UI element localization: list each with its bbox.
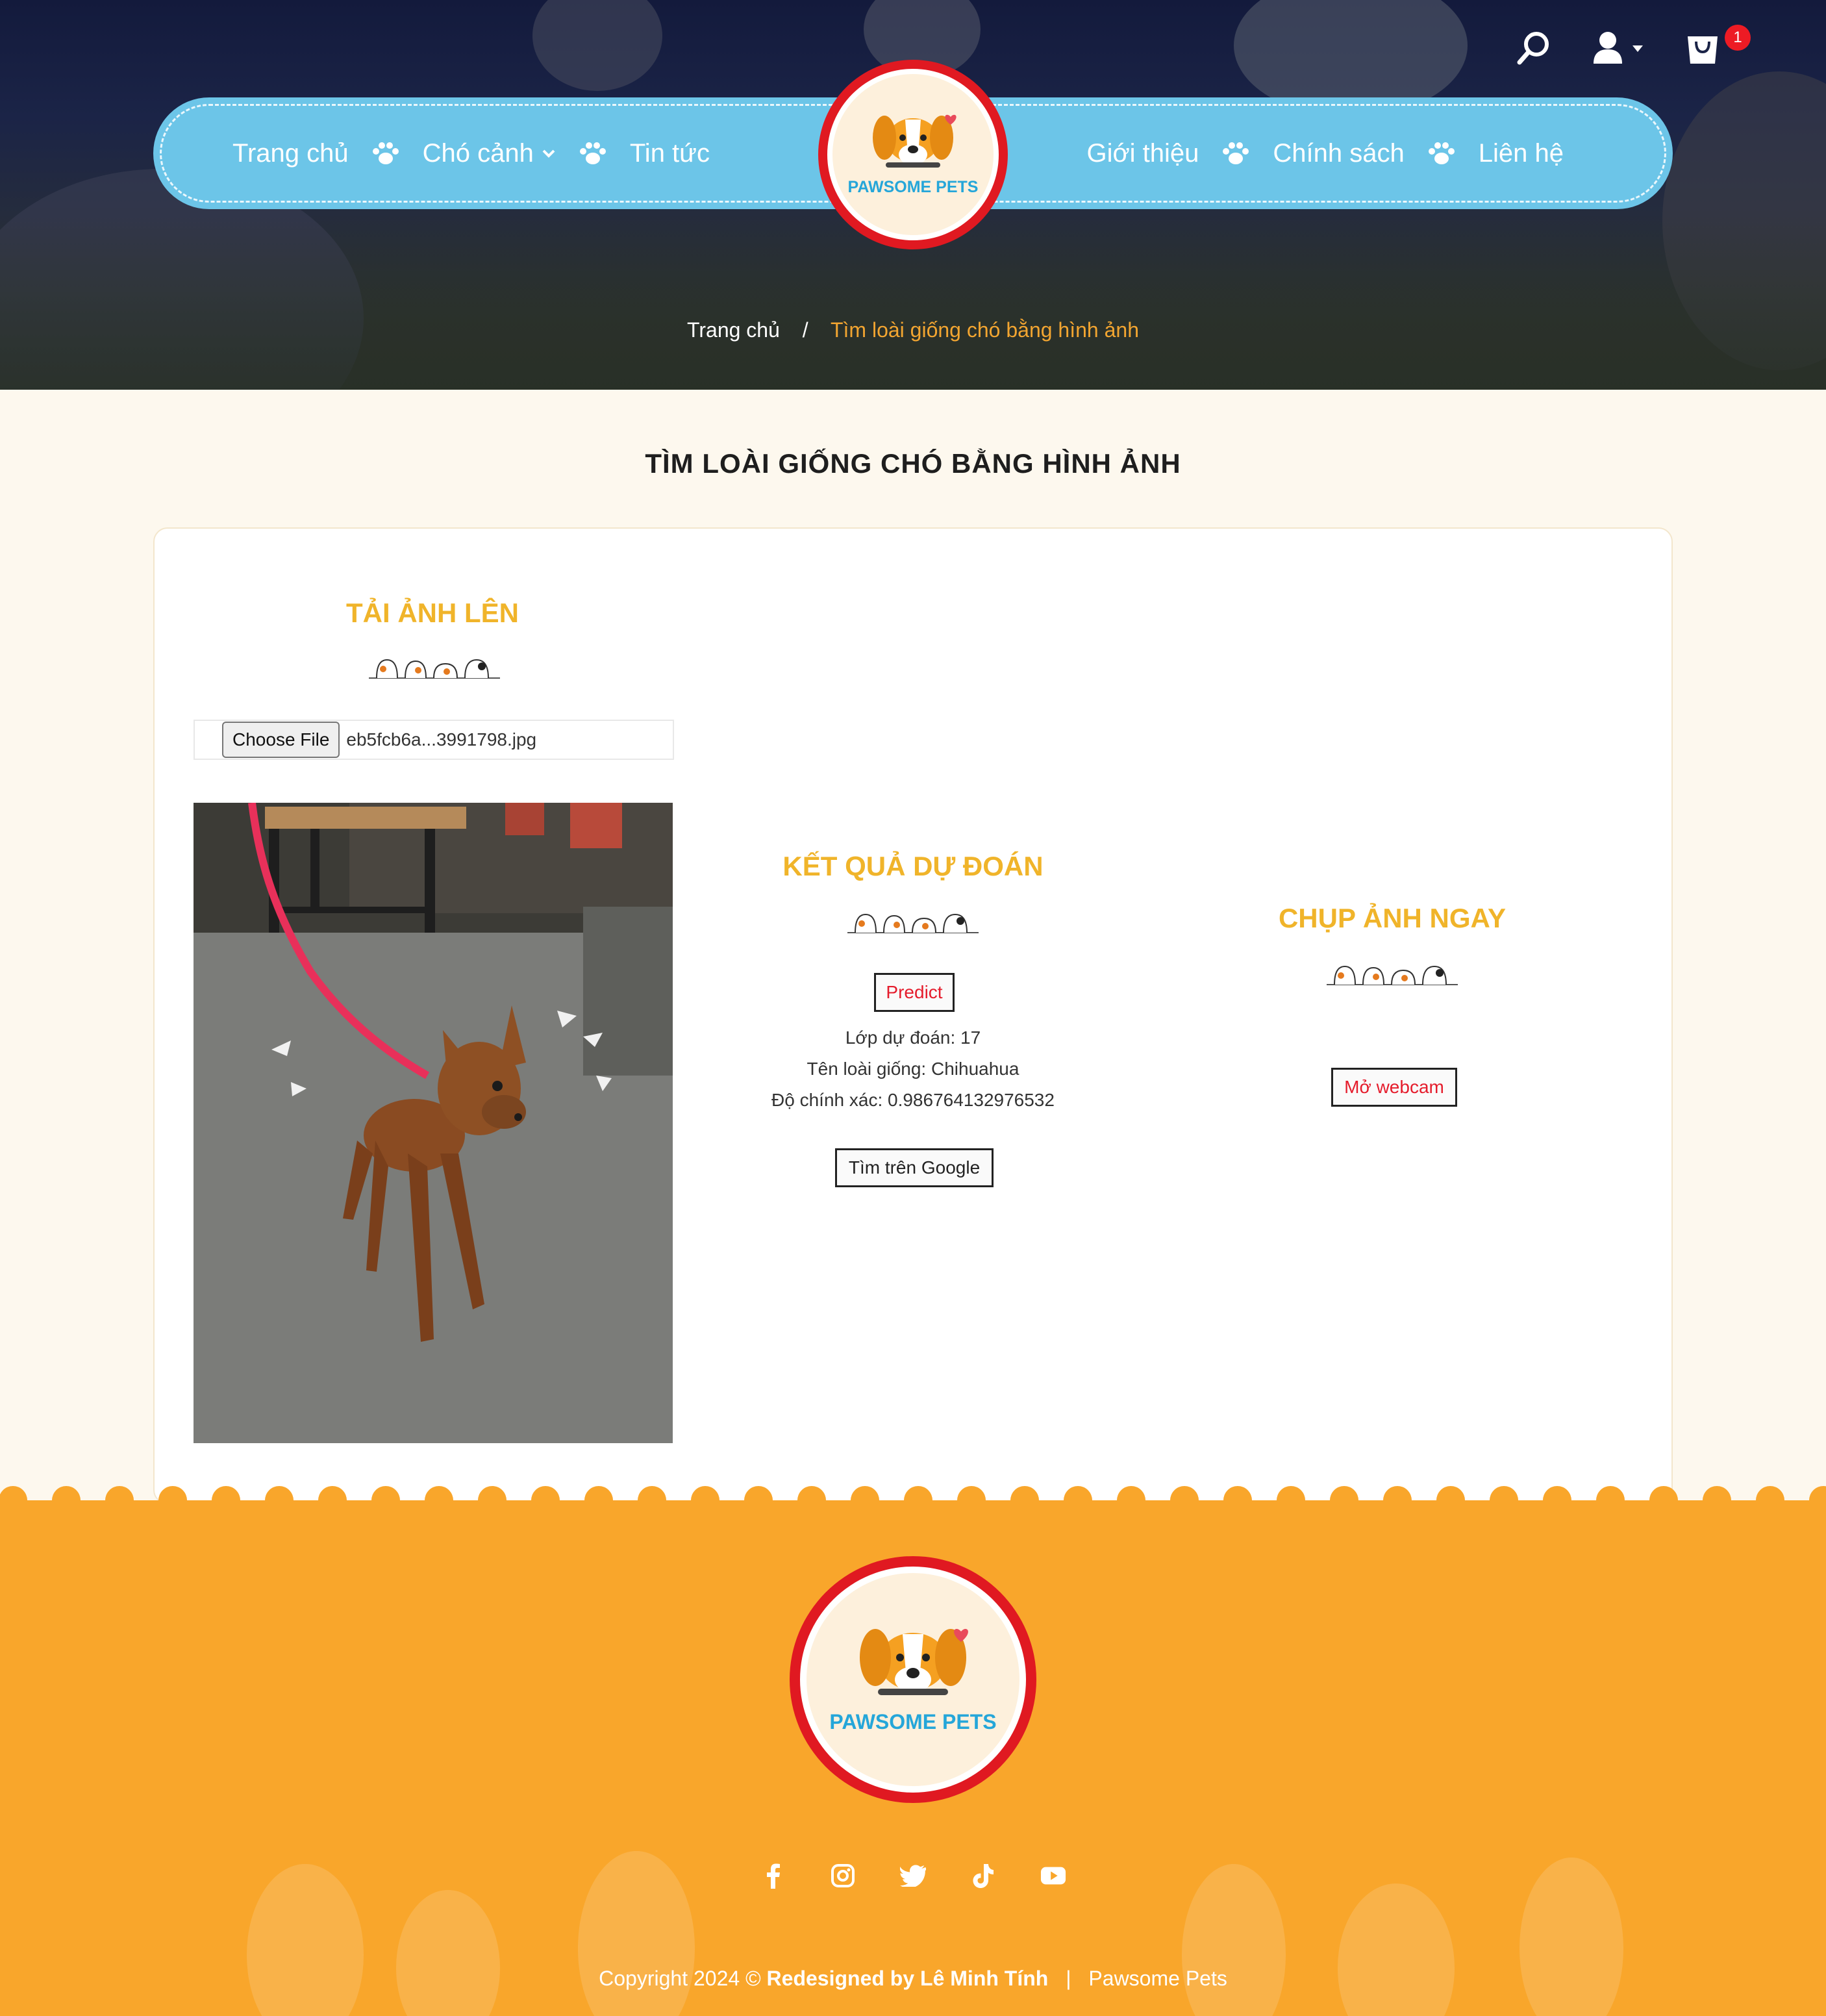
nav-item-about[interactable]: Giới thiệu xyxy=(1086,139,1199,168)
search-icon[interactable] xyxy=(1514,29,1553,68)
choose-file-button[interactable]: Choose File xyxy=(222,722,340,758)
nav-item-news[interactable]: Tin tức xyxy=(630,139,710,168)
file-upload-input[interactable]: Choose File eb5fcb6a...3991798.jpg xyxy=(194,720,674,760)
nav-item-home[interactable]: Trang chủ xyxy=(232,139,349,168)
cart-count-badge: 1 xyxy=(1725,25,1751,51)
social-links xyxy=(0,1863,1826,1889)
predict-button[interactable]: Predict xyxy=(874,973,955,1012)
youtube-icon[interactable] xyxy=(1040,1863,1066,1889)
page-title: TÌM LOÀI GIỐNG CHÓ BẰNG HÌNH ẢNH xyxy=(645,448,1181,479)
paw-icon xyxy=(372,141,399,166)
paw-icon xyxy=(1428,141,1455,166)
webcam-section-title: CHỤP ẢNH NGAY xyxy=(1278,903,1507,933)
chevron-down-icon xyxy=(542,149,556,158)
prediction-accuracy-text: Độ chính xác: 0.986764132976532 xyxy=(771,1090,1055,1110)
footer-logo[interactable]: PAWSOME PETS xyxy=(788,1555,1038,1804)
nav-item-dogs[interactable]: Chó cảnh xyxy=(423,139,556,168)
predicted-class-text: Lớp dự đoán: 17 xyxy=(845,1027,981,1048)
instagram-icon[interactable] xyxy=(830,1863,856,1889)
svg-text:PAWSOME PETS: PAWSOME PETS xyxy=(848,178,979,196)
selected-file-name: eb5fcb6a...3991798.jpg xyxy=(346,729,537,750)
breadcrumb-current: Tìm loài giống chó bằng hình ảnh xyxy=(830,318,1139,342)
uploaded-dog-photo xyxy=(194,803,673,1443)
cart-icon[interactable]: 1 xyxy=(1683,25,1751,68)
site-logo[interactable]: PAWSOME PETS xyxy=(816,57,1010,252)
user-account-icon[interactable] xyxy=(1591,29,1645,68)
copyright-brand: Pawsome Pets xyxy=(1088,1967,1227,1990)
footer-logo-wordmark: PAWSOME PETS xyxy=(829,1710,996,1733)
predicted-breed-text: Tên loài giống: Chihuahua xyxy=(807,1059,1019,1079)
facebook-icon[interactable] xyxy=(760,1863,786,1889)
nav-item-dogs-label: Chó cảnh xyxy=(422,138,534,168)
paw-icon xyxy=(1222,141,1249,166)
breadcrumb: Trang chủ / Tìm loài giống chó bằng hình… xyxy=(0,318,1826,342)
logo-brand-wordmark: PAWSOME PETS xyxy=(848,178,979,196)
upload-section-title: TẢI ẢNH LÊN xyxy=(346,598,519,628)
breadcrumb-home-link[interactable]: Trang chủ xyxy=(687,318,780,342)
breadcrumb-separator: / xyxy=(802,318,808,342)
pets-divider-icon xyxy=(1325,960,1459,990)
footer-scallop-edge xyxy=(0,1486,1826,1513)
copyright-prefix: Copyright 2024 © xyxy=(599,1967,761,1990)
open-webcam-button[interactable]: Mở webcam xyxy=(1331,1068,1457,1107)
pets-divider-icon xyxy=(846,908,980,939)
nav-item-policy[interactable]: Chính sách xyxy=(1273,139,1404,168)
search-google-button[interactable]: Tìm trên Google xyxy=(835,1148,994,1187)
nav-item-contact[interactable]: Liên hệ xyxy=(1479,139,1564,168)
pets-divider-icon xyxy=(368,653,501,684)
result-section-title: KẾT QUẢ DỰ ĐOÁN xyxy=(782,851,1044,881)
tiktok-icon[interactable] xyxy=(970,1863,996,1889)
paw-icon xyxy=(579,141,607,166)
twitter-icon[interactable] xyxy=(900,1863,926,1889)
svg-text:PAWSOME PETS: PAWSOME PETS xyxy=(829,1710,996,1733)
copyright-separator: | xyxy=(1066,1967,1071,1990)
copyright-credit: Redesigned by Lê Minh Tính xyxy=(766,1967,1049,1990)
header-actions: 1 xyxy=(1514,25,1751,68)
footer-copyright: Copyright 2024 © Redesigned by Lê Minh T… xyxy=(0,1967,1826,1991)
